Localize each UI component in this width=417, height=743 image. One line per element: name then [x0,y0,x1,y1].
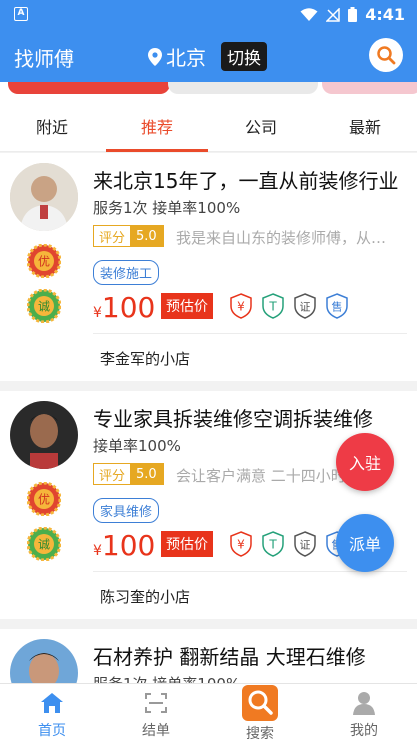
nav-label-complete-order: 结单 [142,723,170,739]
medal-label-cheng: 诚 [38,300,50,314]
medal-label-you: 优 [38,255,50,269]
listing-title[interactable]: 专业家具拆装维修空调拆装维修 [93,403,403,432]
shop-name[interactable]: 陈习奎的小店 [100,586,190,607]
nav-home[interactable]: 首页 [12,684,92,743]
listing-title[interactable]: 来北京15年了，一直从前装修行业 [93,165,403,194]
payment-guarantee-icon: ¥ [230,293,252,319]
estimate-badge: 预估价 [161,293,213,319]
wifi-icon [300,7,318,21]
shop-name[interactable]: 李金军的小店 [100,348,190,369]
rating-value: 5.0 [130,226,163,246]
listing-card[interactable]: 优 诚 来北京15年了，一直从前装修行业 服务1次 接单率100% 评分 5.0… [0,153,417,381]
app-notification-icon: A [14,7,28,21]
nav-search[interactable]: 搜索 [220,684,300,743]
profile-icon [353,692,375,715]
category-tabs: 附近 推荐 公司 最新 [0,96,417,152]
location-pin-icon [148,47,162,66]
badge-label: 证 [300,539,311,552]
listing-title[interactable]: 石材养护 翻新结晶 大理石维修 [93,641,403,670]
price: ¥100 [93,291,155,324]
nav-profile[interactable]: 我的 [324,684,404,743]
status-bar: A 4:41 [0,0,417,30]
banner-carousel[interactable] [0,82,417,96]
rating-badge: 评分 5.0 [93,225,164,247]
badge-label: ¥ [237,538,245,552]
badge-label: 证 [300,301,311,314]
tab-latest[interactable]: 最新 [349,114,381,138]
tab-company[interactable]: 公司 [245,114,277,138]
price-value: 100 [101,529,156,562]
certificate-icon: 证 [294,293,316,319]
bottom-navigation: 首页 结单 搜索 我的 [0,683,417,743]
service-tag: 装修施工 [93,260,160,285]
location-selector[interactable]: 北京 [148,42,206,71]
status-time: 4:41 [365,5,405,24]
service-stats: 接单率100% [93,437,181,455]
scan-icon [145,693,167,713]
dispatch-order-button[interactable]: 派单 [336,514,394,572]
banner-slide [8,82,170,94]
badge-label: ¥ [237,300,245,314]
badge-label: T [268,538,277,552]
search-icon [242,685,278,721]
price-value: 100 [101,291,156,324]
banner-slide [168,82,318,94]
home-icon [41,693,63,713]
header-search-button[interactable] [369,38,403,72]
quality-medal-icon: 优 [27,482,61,516]
nav-label-search: 搜索 [246,726,274,742]
medal-label-you: 优 [38,493,50,507]
active-tab-indicator [106,149,208,152]
listing-description: 我是来自山东的装修师傅，从事装修行业十余年 [176,229,398,247]
switch-city-button[interactable]: 切换 [221,42,267,71]
signal-off-icon [326,7,340,22]
join-button[interactable]: 入驻 [336,433,394,491]
city-name: 北京 [166,46,206,70]
badge-label: 售 [332,300,343,314]
battery-icon [348,7,358,22]
integrity-medal-icon: 诚 [27,527,61,561]
banner-slide [322,82,417,94]
nav-complete-order[interactable]: 结单 [116,684,196,743]
app-header: 找师傅 北京 切换 [0,30,417,82]
badge-label: T [268,300,277,314]
after-sales-icon: 售 [326,293,348,319]
avatar[interactable] [10,401,78,469]
rating-badge: 评分 5.0 [93,463,164,485]
rating-label: 评分 [94,464,131,484]
listing-card[interactable]: 石材养护 翻新结晶 大理石维修 服务1次 接单率100% [0,629,417,707]
listing-card[interactable]: 优 诚 专业家具拆装维修空调拆装维修 接单率100% 评分 5.0 会让客户满意… [0,391,417,619]
nav-label-profile: 我的 [350,723,378,739]
certificate-icon: 证 [294,531,316,557]
rating-label: 评分 [94,226,131,246]
price: ¥100 [93,529,155,562]
service-tag: 家具维修 [93,498,160,523]
currency-symbol: ¥ [93,543,102,559]
tab-nearby[interactable]: 附近 [36,114,68,138]
estimate-badge: 预估价 [161,531,213,557]
technician-verified-icon: T [262,293,284,319]
quality-medal-icon: 优 [27,244,61,278]
tab-recommended[interactable]: 推荐 [141,114,173,138]
technician-verified-icon: T [262,531,284,557]
card-divider [93,333,407,334]
currency-symbol: ¥ [93,305,102,321]
search-icon [377,46,396,65]
nav-label-home: 首页 [38,723,66,739]
integrity-medal-icon: 诚 [27,289,61,323]
avatar[interactable] [10,163,78,231]
rating-value: 5.0 [130,464,163,484]
medal-label-cheng: 诚 [38,538,50,552]
page-title: 找师傅 [14,47,74,71]
payment-guarantee-icon: ¥ [230,531,252,557]
service-stats: 服务1次 接单率100% [93,199,241,217]
